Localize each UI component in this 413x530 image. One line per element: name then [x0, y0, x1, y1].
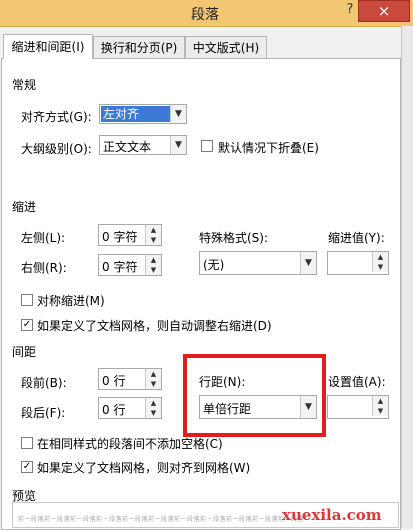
outline-level-select[interactable]: 正文文本 ▼: [99, 135, 187, 155]
space-after-label: 段后(F):: [21, 406, 66, 420]
tab-asian-typography[interactable]: 中文版式(H): [185, 36, 267, 59]
indent-by-label: 缩进值(Y):: [328, 231, 385, 245]
space-after-spinner[interactable]: 0 行 ▲ ▼: [98, 397, 162, 419]
chevron-down-icon[interactable]: ▼: [170, 105, 186, 123]
spin-down-icon[interactable]: ▼: [372, 406, 388, 416]
spin-down-icon[interactable]: ▼: [372, 262, 388, 272]
space-after-value: 0 行: [102, 403, 126, 417]
mirror-indents-checkbox[interactable]: [21, 294, 33, 306]
collapse-label: 默认情况下折叠(E): [218, 141, 319, 155]
auto-adjust-label: 如果定义了文档网格，则自动调整右缩进(D): [37, 319, 272, 333]
watermark: xuexila.com: [282, 506, 382, 524]
right-indent-value: 0 字符: [102, 260, 138, 274]
preview-sample-text: 前一段落前一段落前一段落前一段落前一段落前一段落前一段落前一段落前一段落前一段落…: [18, 516, 305, 523]
outline-level-label: 大纲级别(O):: [21, 142, 92, 156]
tab-line-page-breaks[interactable]: 换行和分页(P): [93, 36, 185, 59]
special-indent-label: 特殊格式(S):: [199, 231, 269, 245]
right-indent-spinner[interactable]: 0 字符 ▲ ▼: [98, 254, 162, 276]
highlight-box: [183, 354, 326, 437]
outline-level-value: 正文文本: [103, 140, 152, 154]
spin-down-icon[interactable]: ▼: [145, 235, 161, 245]
general-heading: 常规: [12, 78, 37, 92]
no-space-same-style-label: 在相同样式的段落间不添加空格(C): [37, 437, 223, 451]
chevron-down-icon[interactable]: ▼: [300, 252, 316, 274]
indent-by-spinner[interactable]: ▲ ▼: [327, 251, 389, 275]
collapse-checkbox[interactable]: [201, 140, 213, 152]
left-indent-spinner[interactable]: 0 字符 ▲ ▼: [98, 224, 162, 246]
no-space-same-style-checkbox[interactable]: [21, 437, 33, 449]
close-button[interactable]: ×: [358, 0, 410, 22]
spacing-at-spinner[interactable]: ▲ ▼: [327, 395, 389, 419]
alignment-select[interactable]: 左对齐 ▼: [99, 104, 187, 124]
mirror-indents-label: 对称缩进(M): [37, 294, 105, 308]
left-indent-label: 左侧(L):: [21, 231, 66, 245]
chevron-down-icon[interactable]: ▼: [170, 136, 186, 154]
alignment-label: 对齐方式(G):: [21, 110, 92, 124]
spacing-at-label: 设置值(A):: [328, 375, 386, 389]
space-before-spinner[interactable]: 0 行 ▲ ▼: [98, 368, 162, 390]
right-indent-label: 右侧(R):: [21, 261, 67, 275]
spacing-heading: 间距: [12, 345, 37, 359]
spin-down-icon[interactable]: ▼: [145, 408, 161, 418]
spin-down-icon[interactable]: ▼: [145, 379, 161, 389]
left-indent-value: 0 字符: [102, 230, 138, 244]
indent-heading: 缩进: [12, 200, 37, 214]
snap-to-grid-checkbox[interactable]: ✓: [21, 461, 33, 473]
space-before-label: 段前(B):: [21, 376, 67, 390]
snap-to-grid-label: 如果定义了文档网格，则对齐到网格(W): [37, 461, 251, 475]
background-document-strip: [401, 26, 413, 528]
special-indent-value: (无): [203, 258, 225, 272]
window-title: 段落: [191, 7, 219, 23]
alignment-value: 左对齐: [101, 106, 170, 122]
auto-adjust-checkbox[interactable]: ✓: [21, 319, 33, 331]
help-button[interactable]: ?: [343, 2, 357, 18]
special-indent-select[interactable]: (无) ▼: [199, 251, 317, 275]
spin-down-icon[interactable]: ▼: [145, 265, 161, 275]
tab-indents-spacing[interactable]: 缩进和间距(I): [3, 34, 93, 59]
space-before-value: 0 行: [102, 374, 126, 388]
